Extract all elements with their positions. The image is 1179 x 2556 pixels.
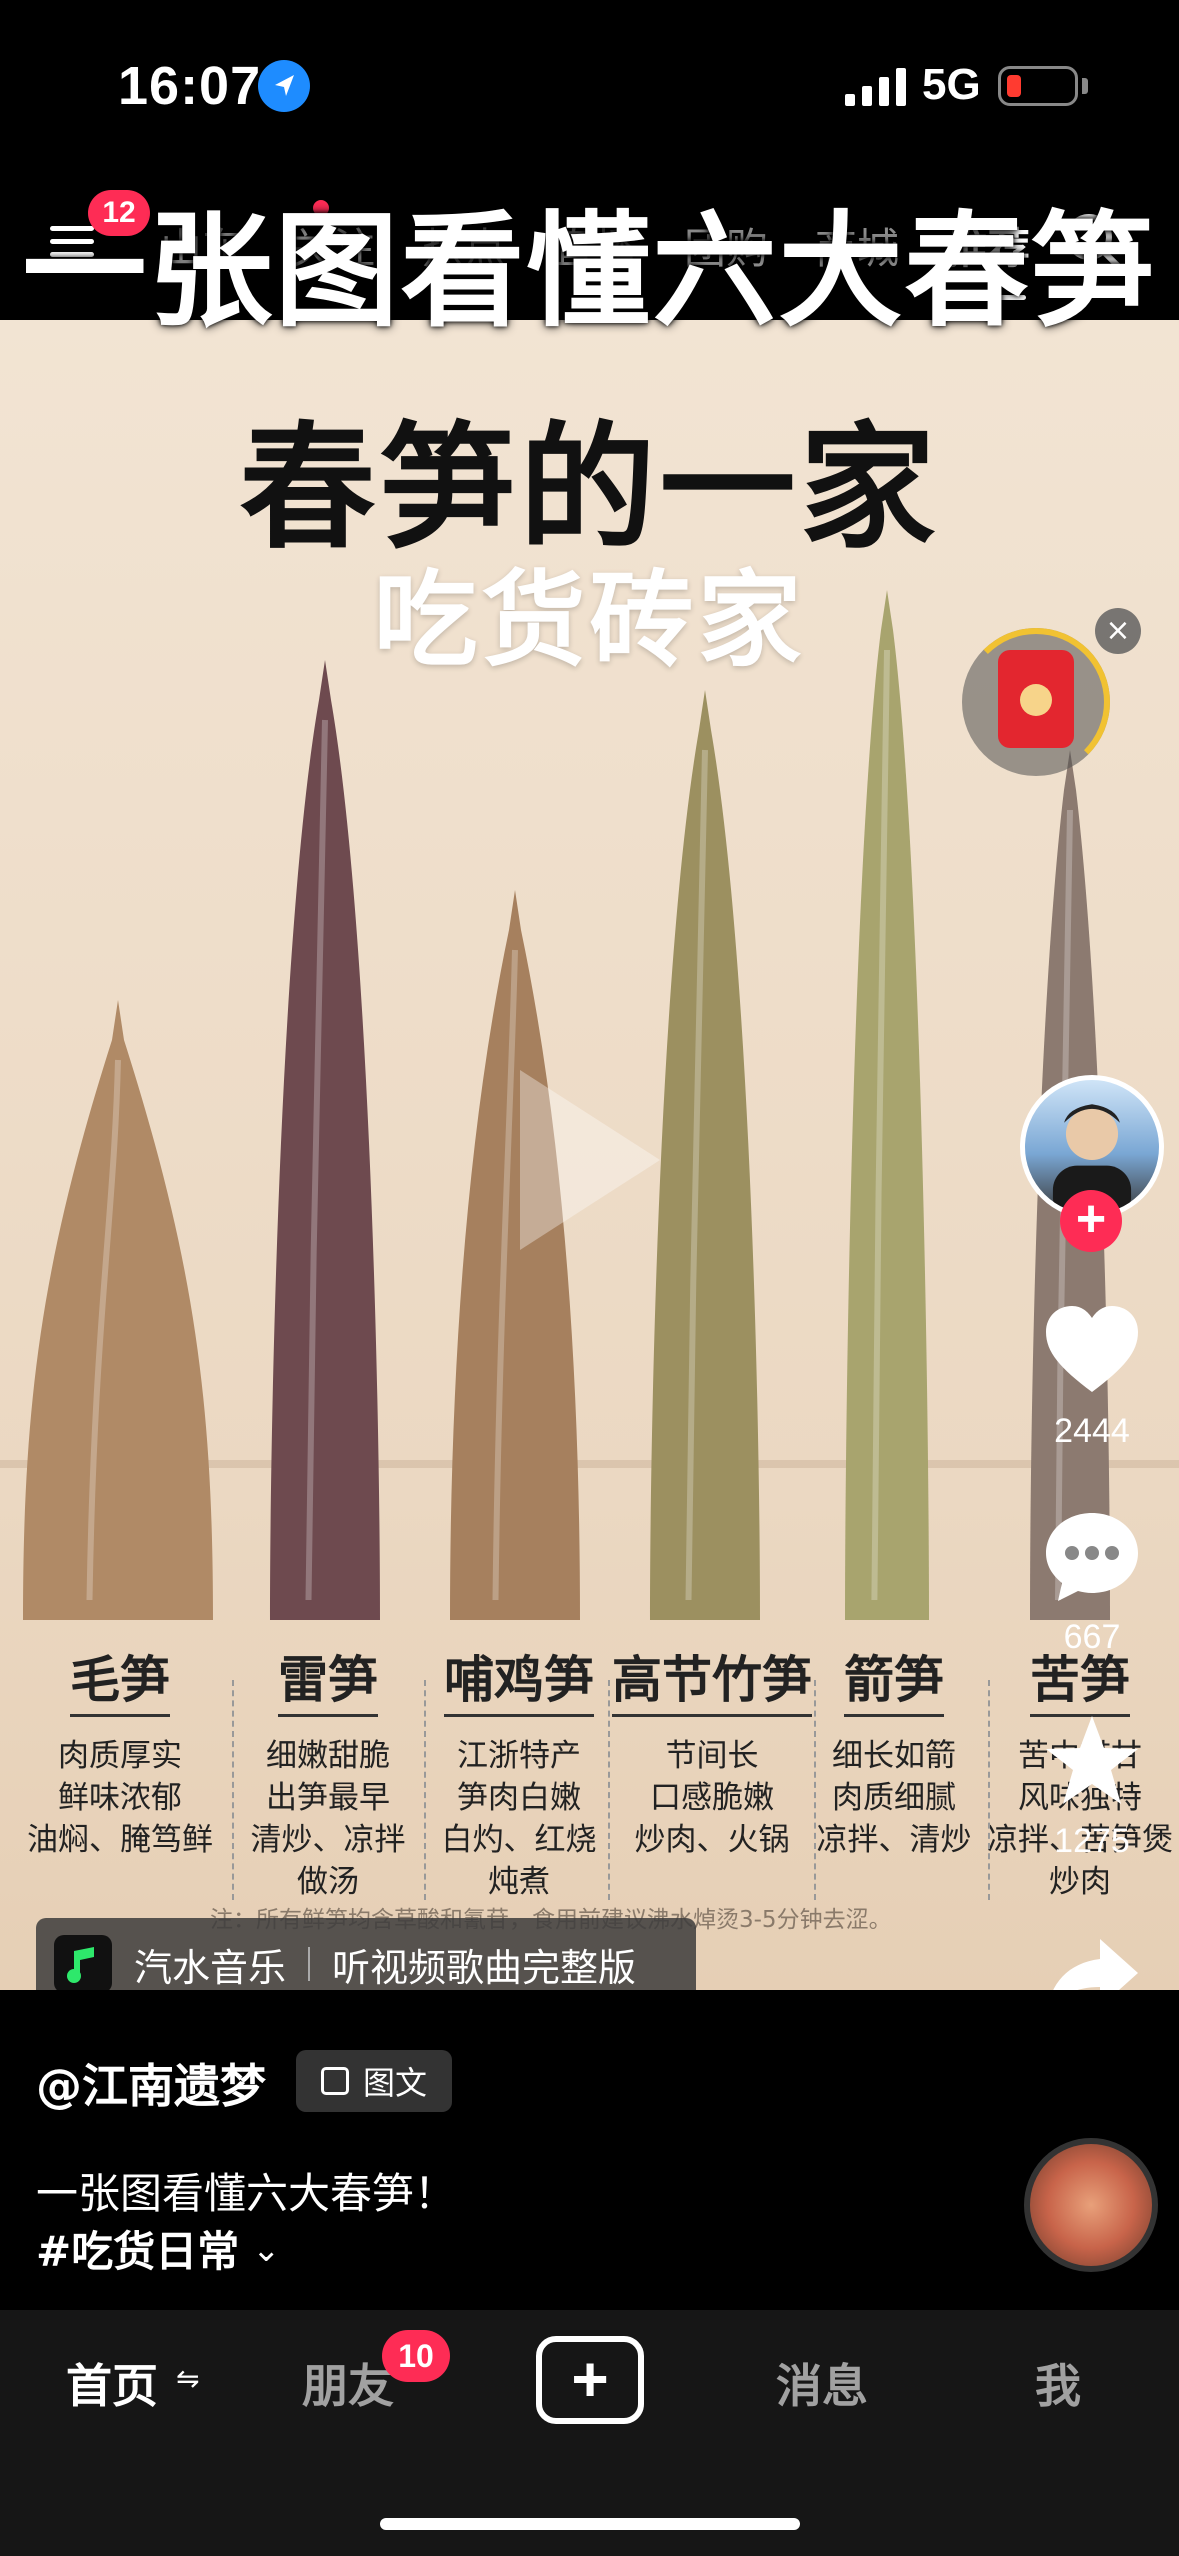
shoot-label: 箭笋 细长如箭 肉质细腻 凉拌、清炒 [812, 1640, 976, 1861]
tab-me[interactable]: 我 [1035, 2350, 1081, 2416]
overlay-title: 一张图看懂六大春笋 [22, 200, 1157, 344]
comment-icon[interactable] [1040, 1505, 1144, 1609]
music-app-icon [54, 1935, 112, 1993]
column-divider [814, 1680, 816, 1900]
battery-low-icon [998, 66, 1078, 106]
tab-friends[interactable]: 朋友 [302, 2350, 394, 2416]
create-button[interactable]: + [536, 2336, 644, 2424]
battery-tip [1082, 78, 1088, 94]
switch-icon: ⇋ [176, 2362, 200, 2395]
star-icon[interactable] [1040, 1710, 1144, 1814]
music-app-name: 汽水音乐 [134, 1945, 287, 1990]
signal-bars-icon [845, 68, 906, 106]
column-divider [988, 1680, 990, 1900]
column-divider [608, 1680, 610, 1900]
red-packet-coin [1020, 684, 1052, 716]
post-type-label: 图文 [362, 2064, 427, 2102]
shoot-label: 雷笋 细嫩甜脆 出笋最早 清炒、凉拌 做汤 [230, 1640, 426, 1903]
column-divider [424, 1680, 426, 1900]
shoot-label: 哺鸡笋 江浙特产 笋肉白嫩 白灼、红烧 炖煮 [426, 1640, 612, 1903]
comment-count: 667 [1063, 1618, 1121, 1656]
network-type: 5G [922, 60, 981, 109]
tab-messages[interactable]: 消息 [776, 2350, 868, 2416]
divider [308, 1947, 311, 1981]
post-image[interactable]: 春笋的一家 吃货砖家 毛笋 肉质厚实 鲜味浓郁 油焖、腌笃鲜 雷笋 细嫩甜脆 出笋最早 清炒… [0, 320, 1179, 1990]
follow-button[interactable]: + [1060, 1190, 1122, 1252]
like-count: 2444 [1054, 1412, 1130, 1450]
location-arrow-icon [258, 60, 310, 112]
author-name[interactable]: @江南遗梦 [36, 2050, 266, 2116]
image-text-icon [320, 2067, 349, 2095]
status-time: 16:07 [118, 56, 262, 116]
music-cta: 听视频歌曲完整版 [332, 1945, 637, 1990]
hashtag-link[interactable]: #吃货日常 [36, 2218, 239, 2279]
shoot-labels: 毛笋 肉质厚实 鲜味浓郁 油焖、腌笃鲜 雷笋 细嫩甜脆 出笋最早 清炒、凉拌 做汤 哺鸡笋 江浙… [0, 1640, 1179, 1940]
favorite-count: 1275 [1054, 1822, 1130, 1860]
music-disc[interactable] [1024, 2138, 1158, 2272]
close-icon[interactable]: × [1095, 608, 1141, 654]
friends-badge: 10 [382, 2330, 450, 2382]
chevron-down-icon[interactable]: ⌄ [252, 2230, 281, 2270]
column-divider [232, 1680, 234, 1900]
home-indicator [380, 2518, 800, 2530]
play-icon[interactable] [510, 1060, 670, 1260]
shoot-label: 高节竹笋 节间长 口感脆嫩 炒肉、火锅 [612, 1640, 812, 1861]
post-description: 一张图看懂六大春笋！ [36, 2169, 457, 2218]
post-type-chip: 图文 [296, 2050, 452, 2112]
heart-icon[interactable] [1040, 1300, 1144, 1404]
tab-home[interactable]: 首页 [66, 2350, 158, 2416]
shoot-label: 毛笋 肉质厚实 鲜味浓郁 油焖、腌笃鲜 [10, 1640, 230, 1861]
